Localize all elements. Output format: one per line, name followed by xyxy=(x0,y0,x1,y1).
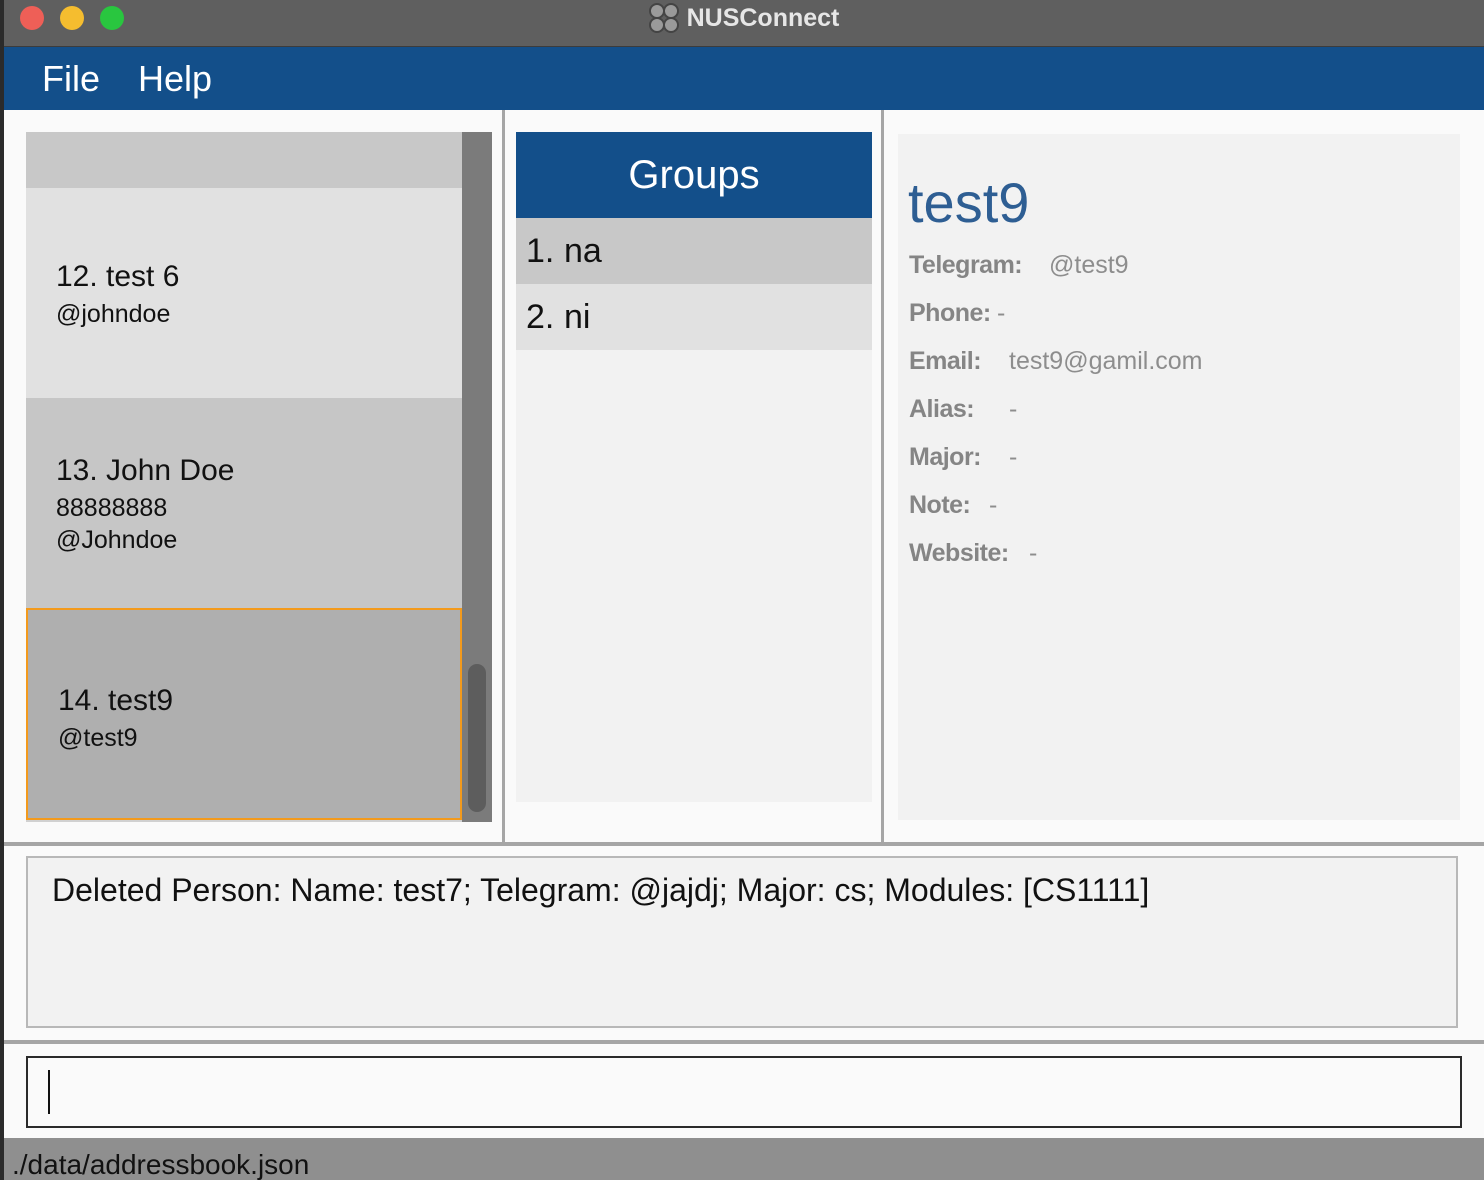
detail-label: Alias: xyxy=(909,394,975,423)
detail-value: - xyxy=(1009,442,1018,471)
detail-value: test9@gamil.com xyxy=(1009,346,1203,375)
person-card[interactable]: 12. test 6 @johndoe xyxy=(26,188,462,398)
group-name: ni xyxy=(564,297,591,336)
detail-alias-row: Alias: - xyxy=(909,394,1017,424)
group-item[interactable]: 1. na xyxy=(516,218,872,284)
person-telegram: @johndoe xyxy=(56,300,171,328)
command-input[interactable] xyxy=(28,1058,1460,1126)
title-area: NUSConnect xyxy=(4,0,1484,36)
app-window: NUSConnect File Help 12. test 6 @johndoe… xyxy=(4,0,1484,1180)
detail-label: Major: xyxy=(909,442,982,471)
detail-person-name: test9 xyxy=(908,171,1030,234)
group-name: na xyxy=(564,231,602,270)
title-bar: NUSConnect xyxy=(4,0,1484,47)
detail-label: Note: xyxy=(909,490,971,519)
window-title: NUSConnect xyxy=(686,3,840,32)
panel-divider[interactable] xyxy=(881,110,884,842)
detail-note-row: Note: - xyxy=(909,490,997,520)
group-index: 2. xyxy=(526,297,555,336)
detail-website-row: Website: - xyxy=(909,538,1037,568)
detail-value: @test9 xyxy=(1049,250,1129,279)
app-logo-icon xyxy=(648,3,679,33)
command-box[interactable] xyxy=(26,1056,1462,1128)
person-card-selected[interactable]: 14. test9 @test9 xyxy=(26,608,462,820)
person-telegram: @test9 xyxy=(58,724,138,752)
result-display[interactable]: Deleted Person: Name: test7; Telegram: @… xyxy=(26,856,1458,1028)
menu-help[interactable]: Help xyxy=(134,58,216,100)
detail-major-row: Major: - xyxy=(909,442,1017,472)
panel-divider[interactable] xyxy=(502,110,505,842)
person-list[interactable]: 12. test 6 @johndoe 13. John Doe 8888888… xyxy=(26,132,462,822)
person-name: 13. John Doe xyxy=(56,454,235,487)
groups-title: Groups xyxy=(516,132,872,218)
panel-divider[interactable] xyxy=(4,1040,1484,1044)
detail-label: Telegram: xyxy=(909,250,1023,279)
person-phone: 88888888 xyxy=(56,494,168,522)
groups-panel: Groups 1. na 2. ni xyxy=(516,132,872,802)
detail-label: Website: xyxy=(909,538,1009,567)
detail-email-row: Email: test9@gamil.com xyxy=(909,346,1203,376)
list-item[interactable] xyxy=(26,132,462,188)
save-location: ./data/addressbook.json xyxy=(12,1149,310,1180)
detail-value: - xyxy=(1029,538,1038,567)
person-name: 12. test 6 xyxy=(56,260,180,293)
detail-value: - xyxy=(1009,394,1018,423)
detail-value: - xyxy=(997,298,1006,327)
panel-divider[interactable] xyxy=(4,842,1484,846)
scrollbar-thumb[interactable] xyxy=(468,664,486,812)
person-details-panel: test9 Telegram: @test9 Phone: - Email: t… xyxy=(898,134,1460,820)
group-index: 1. xyxy=(526,231,555,270)
menu-bar: File Help xyxy=(4,47,1484,110)
group-item[interactable]: 2. ni xyxy=(516,284,872,350)
detail-label: Phone: xyxy=(909,298,991,327)
text-caret xyxy=(48,1070,50,1114)
status-bar: ./data/addressbook.json xyxy=(4,1138,1484,1180)
person-name: 14. test9 xyxy=(58,684,174,717)
detail-telegram-row: Telegram: @test9 xyxy=(909,250,1129,280)
person-card[interactable]: 13. John Doe 88888888 @Johndoe xyxy=(26,398,462,608)
person-telegram: @Johndoe xyxy=(56,526,178,554)
result-message: Deleted Person: Name: test7; Telegram: @… xyxy=(52,872,1150,908)
detail-value: - xyxy=(989,490,998,519)
detail-phone-row: Phone: - xyxy=(909,298,1005,328)
detail-label: Email: xyxy=(909,346,982,375)
menu-file[interactable]: File xyxy=(38,58,104,100)
